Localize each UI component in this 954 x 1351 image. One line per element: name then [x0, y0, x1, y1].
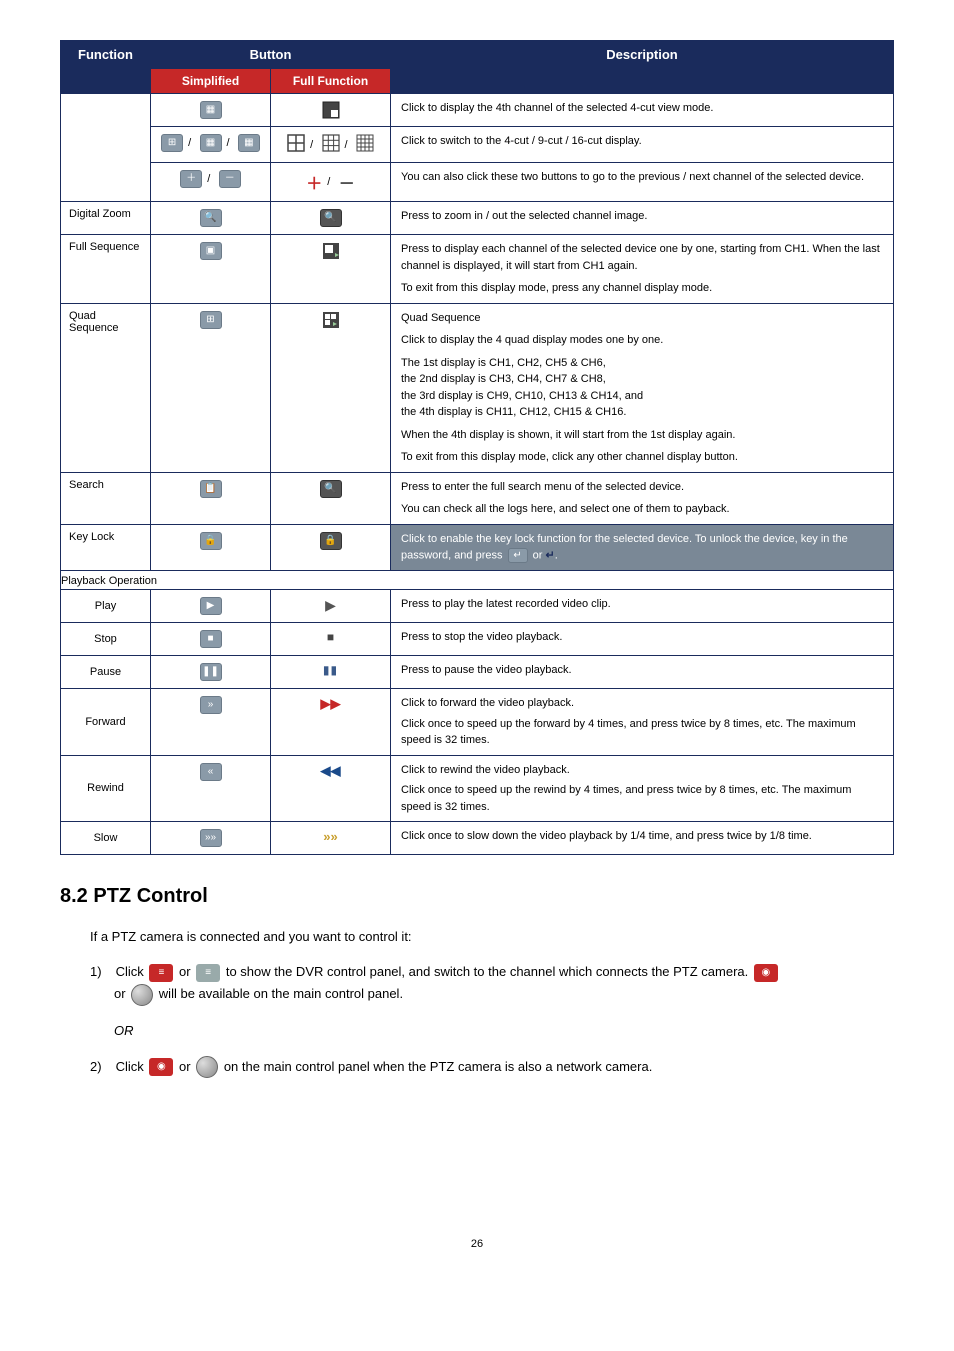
fullseq-desc: Press to display each channel of the sel…: [391, 235, 894, 304]
quadseq-func: Quad Sequence: [61, 303, 151, 472]
rewind-desc: Click to rewind the video playback. Clic…: [391, 755, 894, 822]
header-button: Button: [151, 41, 391, 69]
zoom-func: Digital Zoom: [61, 202, 151, 235]
cut4-simplified-icon[interactable]: ⊞: [161, 134, 183, 152]
cut16-simplified-icon[interactable]: ▦: [238, 134, 260, 152]
keylock-return-icon: ↵: [545, 549, 554, 561]
stop-full-icon[interactable]: ■: [327, 630, 334, 644]
forward-simplified-icon[interactable]: »: [200, 696, 222, 714]
search-func: Search: [61, 472, 151, 524]
step-1: 1) Click ≡ or ≡ to show the DVR control …: [90, 961, 894, 1006]
quadseq-full-icon[interactable]: [322, 311, 340, 332]
search-desc: Press to enter the full search menu of t…: [391, 472, 894, 524]
slow-desc: Click once to slow down the video playba…: [391, 822, 894, 855]
next-simplified-icon[interactable]: －: [219, 170, 241, 188]
cut16-full-icon[interactable]: [356, 134, 374, 155]
fullseq-simplified-icon[interactable]: ▣: [200, 242, 222, 260]
slow-func: Slow: [61, 822, 151, 855]
quadseq-desc: Quad Sequence Click to display the 4 qua…: [391, 303, 894, 472]
pause-desc: Press to pause the video playback.: [391, 656, 894, 689]
stop-desc: Press to stop the video playback.: [391, 623, 894, 656]
dvr-button-icon[interactable]: ≡: [149, 964, 173, 982]
forward-desc: Click to forward the video playback. Cli…: [391, 689, 894, 756]
forward-func: Forward: [61, 689, 151, 756]
keylock-full-icon[interactable]: 🔒: [320, 532, 342, 550]
next-full-icon[interactable]: －: [339, 170, 355, 194]
search-simplified-icon[interactable]: 📋: [200, 480, 222, 498]
ch4-full-icon[interactable]: [322, 101, 340, 119]
forward-full-icon[interactable]: ▶▶: [321, 696, 341, 712]
ptz-circle-icon[interactable]: [131, 984, 153, 1006]
rewind-full-icon[interactable]: ◀◀: [321, 763, 341, 779]
function-table: Function Button Description Simplified F…: [60, 40, 894, 855]
pause-full-icon[interactable]: ▮▮: [323, 663, 338, 677]
prev-simplified-icon[interactable]: ＋: [180, 170, 202, 188]
zoom-simplified-icon[interactable]: 🔍: [200, 209, 222, 227]
header-full-function: Full Function: [271, 69, 391, 94]
stop-func: Stop: [61, 623, 151, 656]
section-intro: If a PTZ camera is connected and you wan…: [90, 926, 894, 948]
keylock-func: Key Lock: [61, 524, 151, 571]
prevnext-desc: You can also click these two buttons to …: [391, 163, 894, 202]
cut9-full-icon[interactable]: [322, 134, 340, 155]
rewind-func: Rewind: [61, 755, 151, 822]
pause-func: Pause: [61, 656, 151, 689]
step-2: 2) Click ◉ or on the main control panel …: [90, 1056, 894, 1079]
step-or: OR: [114, 1020, 894, 1042]
cut9-simplified-icon[interactable]: ▦: [200, 134, 222, 152]
keylock-desc: Click to enable the key lock function fo…: [391, 524, 894, 571]
stop-simplified-icon[interactable]: ■: [200, 630, 222, 648]
header-description: Description: [391, 41, 894, 94]
fullseq-full-icon[interactable]: [322, 242, 340, 263]
fullseq-func: Full Sequence: [61, 235, 151, 304]
play-desc: Press to play the latest recorded video …: [391, 590, 894, 623]
keylock-simplified-icon[interactable]: 🔒: [200, 532, 222, 550]
ch4-simplified-icon[interactable]: ▦: [200, 101, 222, 119]
cut4-full-icon[interactable]: [287, 134, 305, 155]
slow-full-icon[interactable]: »»: [323, 829, 337, 844]
play-simplified-icon[interactable]: ▶: [200, 597, 222, 615]
func-empty: [61, 94, 151, 202]
rewind-simplified-icon[interactable]: «: [200, 763, 222, 781]
ch4-desc: Click to display the 4th channel of the …: [391, 94, 894, 127]
search-full-icon[interactable]: 🔍: [320, 480, 342, 498]
page-number: 26: [60, 1238, 894, 1250]
keylock-enter-icon: ↵: [508, 548, 528, 563]
section-heading: 8.2 PTZ Control: [60, 885, 894, 908]
prev-full-icon[interactable]: ＋: [306, 170, 322, 194]
playback-section-label: Playback Operation: [61, 571, 894, 590]
ptz-red-icon-2[interactable]: ◉: [149, 1058, 173, 1076]
dvr-alt-icon[interactable]: ≡: [196, 964, 220, 982]
cut-desc: Click to switch to the 4-cut / 9-cut / 1…: [391, 127, 894, 163]
ptz-circle-icon-2[interactable]: [196, 1056, 218, 1078]
zoom-desc: Press to zoom in / out the selected chan…: [391, 202, 894, 235]
slow-simplified-icon[interactable]: »»: [200, 829, 222, 847]
header-function: Function: [61, 41, 151, 94]
play-full-icon[interactable]: ▶: [325, 597, 336, 614]
ptz-red-icon[interactable]: ◉: [754, 964, 778, 982]
play-func: Play: [61, 590, 151, 623]
pause-simplified-icon[interactable]: ❚❚: [200, 663, 222, 681]
quadseq-simplified-icon[interactable]: ⊞: [200, 311, 222, 329]
zoom-full-icon[interactable]: 🔍: [320, 209, 342, 227]
header-simplified: Simplified: [151, 69, 271, 94]
